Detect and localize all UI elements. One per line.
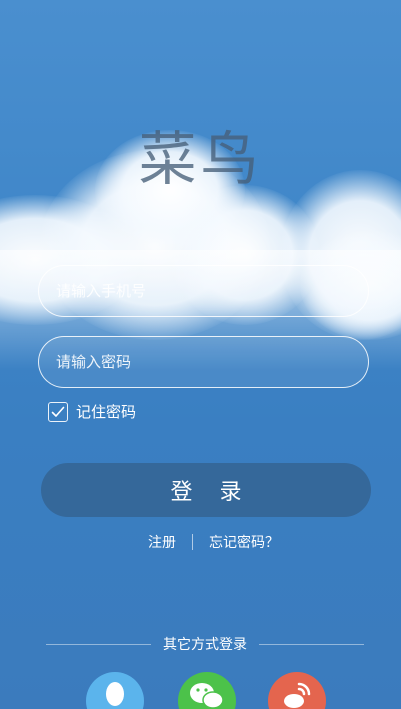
password-field[interactable] [38,336,369,388]
phone-field[interactable] [38,265,369,317]
forgot-password-link[interactable]: 忘记密码？ [209,532,279,552]
qq-icon [106,682,124,706]
link-separator [192,534,193,550]
app-title: 菜鸟 [138,125,263,193]
phone-input[interactable] [39,266,368,316]
divider-line [259,643,364,645]
remember-label: 记住密码 [76,403,137,421]
remember-checkbox[interactable] [48,401,68,422]
login-button[interactable]: 登 录 [41,463,371,517]
weibo-icon [284,682,311,708]
remember-password[interactable]: 记住密码 [48,401,136,422]
password-input[interactable] [39,337,368,387]
checkmark-icon [51,406,65,417]
other-login-label: 其它方式登录 [163,637,247,653]
account-links: 注册 忘记密码？ [0,532,401,552]
wechat-icon [190,683,224,709]
register-link[interactable]: 注册 [148,532,176,552]
divider-line [46,643,151,645]
other-login-divider: 其它方式登录 [46,634,364,654]
